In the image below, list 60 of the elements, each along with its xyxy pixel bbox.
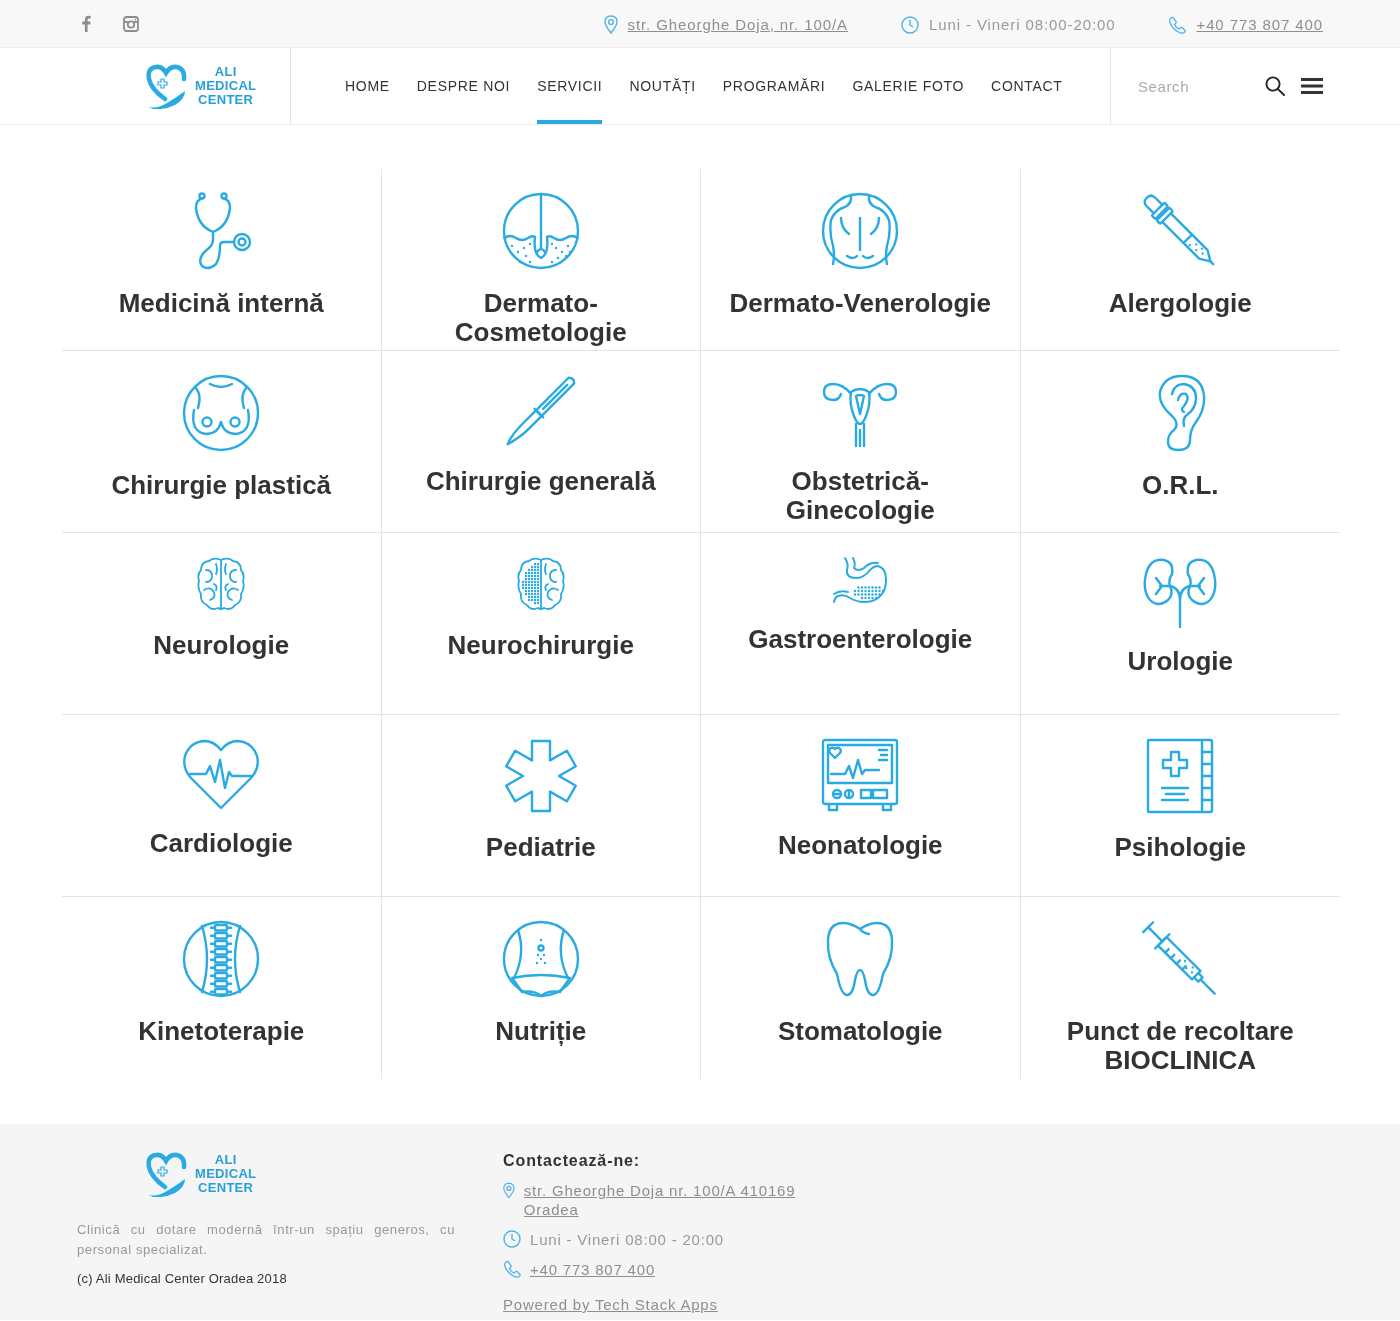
- service-title: Kinetoterapie: [138, 1017, 305, 1046]
- service-title: Psihologie: [1114, 833, 1246, 862]
- contact-heading: Contactează-ne:: [503, 1151, 642, 1170]
- spine-icon: [182, 920, 261, 998]
- service-title: Alergologie: [1108, 289, 1252, 318]
- nav-link[interactable]: CONTACT: [991, 48, 1063, 124]
- footer-about-text: Clinică cu dotare modernă într-un spațiu generos, cu personal specializat.: [77, 1221, 455, 1259]
- nav-link[interactable]: GALERIE FOTO: [852, 48, 965, 124]
- tooth-icon: [825, 920, 896, 998]
- service-title: Punct de recoltare BIOCLINICA: [1065, 1017, 1295, 1075]
- clock-icon: [900, 15, 919, 34]
- service-title: Pediatrie: [485, 833, 596, 862]
- breasts-icon: [182, 374, 261, 452]
- clock-icon: [503, 1230, 521, 1248]
- service-title: Obstetrică-Ginecologie: [784, 467, 936, 525]
- service-title: Dermato-Cosmetologie: [453, 289, 628, 347]
- logo-wordmark: ALI MEDICAL CENTER: [195, 1153, 257, 1195]
- nav-link[interactable]: DESPRE NOI: [416, 48, 511, 124]
- hair-follicle-icon: [501, 192, 580, 270]
- facebook-icon[interactable]: [81, 15, 91, 32]
- heart-pulse-icon: [182, 738, 261, 810]
- location-pin-icon: [503, 1181, 515, 1200]
- menu-icon[interactable]: [1301, 78, 1323, 94]
- brain-icon: [196, 556, 247, 612]
- back-icon: [821, 192, 900, 270]
- search-icon[interactable]: [1265, 76, 1285, 96]
- asterisk-icon: [502, 738, 579, 814]
- service-title: Neurologie: [153, 631, 290, 660]
- copyright-text: (c) Ali Medical Center Oradea 2018: [77, 1270, 288, 1288]
- hours-text: Luni - Vineri 08:00-20:00: [928, 16, 1116, 33]
- service-title: O.R.L.: [1141, 471, 1219, 500]
- service-title: Neurochirurgie: [447, 631, 634, 660]
- brain-icon: [515, 556, 566, 612]
- stomach-icon: [832, 556, 889, 606]
- phone-icon: [503, 1260, 521, 1278]
- nav-link[interactable]: HOME: [345, 48, 390, 124]
- phone-icon: [1168, 15, 1187, 34]
- service-title: Medicină internă: [118, 289, 324, 318]
- location-pin-icon: [603, 15, 618, 34]
- service-title: Dermato-Venerologie: [729, 289, 991, 318]
- service-title: Cardiologie: [149, 829, 293, 858]
- service-title: Chirurgie plastică: [111, 471, 332, 500]
- nav-link[interactable]: PROGRAMĂRI: [722, 48, 826, 124]
- logo-icon[interactable]: [145, 63, 187, 109]
- service-title: Gastroenterologie: [748, 625, 973, 654]
- service-title: Neonatologie: [777, 831, 943, 860]
- medical-book-icon: [1146, 738, 1215, 814]
- belly-icon: [501, 920, 580, 998]
- logo-icon: [145, 1151, 187, 1197]
- service-title: Chirurgie generală: [425, 467, 656, 496]
- service-title: Urologie: [1127, 647, 1233, 676]
- nav-link[interactable]: SERVICII: [537, 48, 603, 124]
- service-title: Stomatologie: [777, 1017, 943, 1046]
- nav-link[interactable]: NOUTĂȚI: [629, 48, 696, 124]
- hours-text: Luni - Vineri 08:00 - 20:00: [530, 1230, 724, 1248]
- kidneys-icon: [1142, 556, 1219, 628]
- search-field[interactable]: Search: [1138, 77, 1258, 95]
- instagram-icon[interactable]: [123, 15, 139, 32]
- monitor-icon: [821, 738, 900, 812]
- service-title: Nutriție: [495, 1017, 587, 1046]
